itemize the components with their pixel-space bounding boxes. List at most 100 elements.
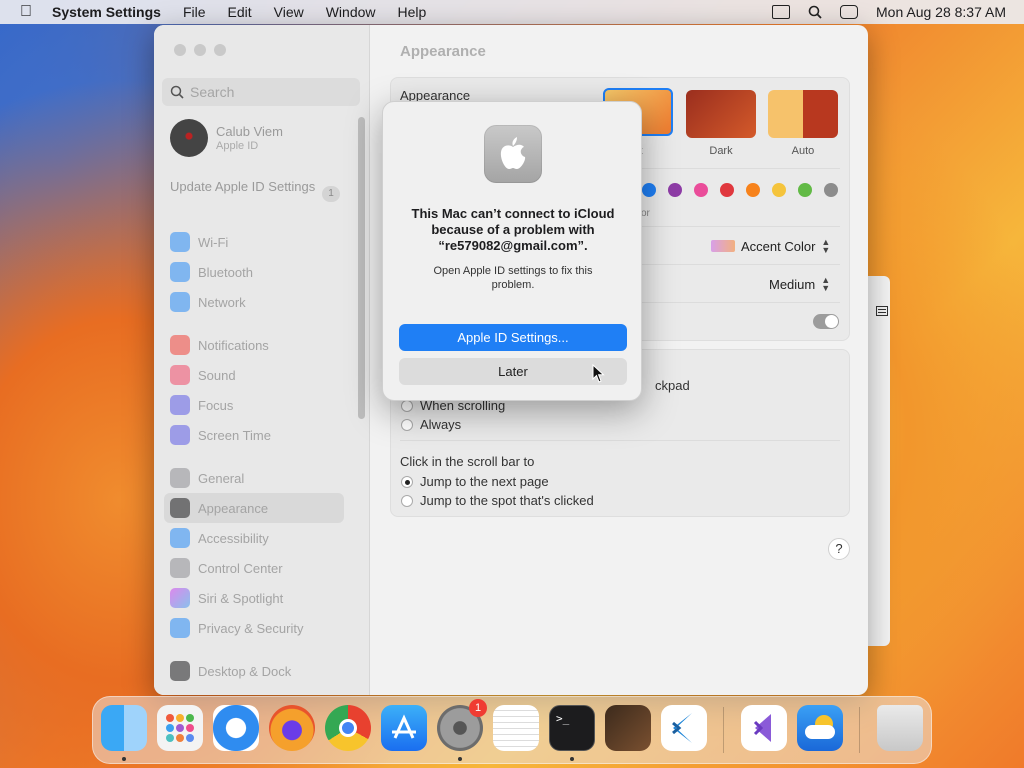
- running-indicator: [122, 757, 126, 761]
- network-globe-icon: [170, 292, 190, 312]
- sidebar-item-control-center[interactable]: Control Center: [164, 553, 344, 583]
- sidebar-item-desktop-dock[interactable]: Desktop & Dock: [164, 656, 344, 686]
- apple-id-settings-button[interactable]: Apple ID Settings...: [399, 324, 627, 351]
- menu-edit[interactable]: Edit: [228, 4, 252, 20]
- chrome-icon[interactable]: [325, 705, 371, 751]
- window-controls: [174, 44, 226, 56]
- background-window[interactable]: [868, 276, 890, 646]
- radio-jump-spot[interactable]: [401, 495, 413, 507]
- settings-badge: 1: [469, 699, 487, 717]
- sidebar-item-wifi[interactable]: Wi-Fi: [164, 227, 344, 257]
- update-apple-id-label: Update Apple ID Settings: [170, 179, 316, 194]
- dialog-heading: This Mac can’t connect to iCloud because…: [411, 206, 615, 253]
- search-icon: [170, 85, 184, 99]
- bell-icon: [170, 335, 190, 355]
- apple-menu-icon[interactable]: : [0, 3, 52, 21]
- theme-auto-thumbnail[interactable]: [768, 90, 838, 138]
- accent-green-swatch[interactable]: [798, 183, 812, 197]
- accent-yellow-swatch[interactable]: [772, 183, 786, 197]
- sidebar-item-notifications[interactable]: Notifications: [164, 330, 344, 360]
- control-center-icon[interactable]: [840, 5, 859, 19]
- garageband-icon[interactable]: [605, 705, 651, 751]
- avatar: [170, 119, 208, 157]
- sidebar-item-appearance[interactable]: Appearance: [164, 493, 344, 523]
- sidebar-scrollbar[interactable]: [358, 117, 365, 419]
- apple-logo-icon: [484, 125, 542, 183]
- theme-dark-label: Dark: [709, 145, 733, 157]
- menu-bar:  System Settings File Edit View Window …: [0, 0, 1024, 24]
- accent-red-swatch[interactable]: [720, 183, 734, 197]
- speaker-icon: [170, 365, 190, 385]
- accent-graphite-swatch[interactable]: [824, 183, 838, 197]
- update-badge: 1: [322, 186, 340, 202]
- sidebar-item-siri-spotlight[interactable]: Siri & Spotlight: [164, 583, 344, 613]
- list-icon: [876, 306, 888, 316]
- search-placeholder: Search: [190, 84, 235, 100]
- zoom-window-button[interactable]: [214, 44, 226, 56]
- menu-app-name[interactable]: System Settings: [52, 4, 161, 20]
- weather-icon[interactable]: [797, 705, 843, 751]
- sidebar-item-label: Focus: [198, 397, 234, 413]
- radio-always[interactable]: [401, 419, 413, 431]
- sidebar-item-focus[interactable]: Focus: [164, 390, 344, 420]
- radio-when-scrolling[interactable]: [401, 400, 413, 412]
- menu-file[interactable]: File: [183, 4, 206, 20]
- safari-icon[interactable]: [213, 705, 259, 751]
- firefox-icon[interactable]: [269, 705, 315, 751]
- sidebar-item-privacy-security[interactable]: Privacy & Security: [164, 613, 344, 643]
- menu-help[interactable]: Help: [398, 4, 427, 20]
- highlight-color-preview: [711, 240, 735, 252]
- accent-blue-swatch[interactable]: [642, 183, 656, 197]
- click-scroll-bar-label: Click in the scroll bar to: [400, 454, 535, 469]
- sidebar-item-label: Wi-Fi: [198, 234, 229, 250]
- vscode-icon[interactable]: [661, 705, 707, 751]
- trash-icon[interactable]: [877, 705, 923, 751]
- bluetooth-icon: [170, 262, 190, 282]
- sidebar-item-bluetooth[interactable]: Bluetooth: [164, 257, 344, 287]
- minimize-window-button[interactable]: [194, 44, 206, 56]
- launchpad-icon[interactable]: [157, 705, 203, 751]
- sidebar-icon-size-popup[interactable]: Medium ▲ ▼: [769, 276, 830, 293]
- terminal-icon[interactable]: >_: [549, 705, 595, 751]
- highlight-color-popup[interactable]: Accent Color ▲ ▼: [711, 238, 830, 255]
- finder-icon[interactable]: [101, 705, 147, 751]
- sidebar-item-accessibility[interactable]: Accessibility: [164, 523, 344, 553]
- accessibility-icon: [170, 528, 190, 548]
- nav-group-notifications: Notifications Sound Focus Screen Time: [164, 330, 344, 450]
- divider: [400, 440, 840, 441]
- help-button[interactable]: ?: [828, 538, 850, 560]
- textedit-icon[interactable]: [493, 705, 539, 751]
- sidebar-item-label: Screen Time: [198, 427, 271, 443]
- nav-group-desktop: Desktop & Dock: [164, 656, 344, 686]
- accent-pink-swatch[interactable]: [694, 183, 708, 197]
- sidebar-item-screen-time[interactable]: Screen Time: [164, 420, 344, 450]
- sidebar-item-general[interactable]: General: [164, 463, 344, 493]
- sidebar-item-network[interactable]: Network: [164, 287, 344, 317]
- spotlight-search-icon[interactable]: [808, 5, 822, 19]
- wifi-icon: [170, 232, 190, 252]
- close-window-button[interactable]: [174, 44, 186, 56]
- sidebar-item-label: Desktop & Dock: [198, 663, 292, 679]
- sidebar-item-sound[interactable]: Sound: [164, 360, 344, 390]
- visual-studio-icon[interactable]: [741, 705, 787, 751]
- search-field[interactable]: Search: [162, 78, 360, 106]
- icloud-alert-dialog: This Mac can’t connect to iCloud because…: [382, 101, 642, 401]
- theme-dark-thumbnail[interactable]: [686, 90, 756, 138]
- menu-window[interactable]: Window: [326, 4, 376, 20]
- sidebar-item-label: Sound: [198, 367, 236, 383]
- menu-view[interactable]: View: [274, 4, 304, 20]
- app-store-icon[interactable]: [381, 705, 427, 751]
- update-apple-id-item[interactable]: Update Apple ID Settings 1: [170, 179, 340, 202]
- hand-icon: [170, 618, 190, 638]
- apple-id-account[interactable]: Calub Viem Apple ID: [170, 119, 283, 157]
- menu-clock[interactable]: Mon Aug 28 8:37 AM: [876, 4, 1006, 20]
- accent-orange-swatch[interactable]: [746, 183, 760, 197]
- accent-purple-swatch[interactable]: [668, 183, 682, 197]
- screen-mirroring-icon[interactable]: [772, 5, 791, 19]
- dock-separator: [859, 707, 860, 753]
- hourglass-icon: [170, 425, 190, 445]
- wallpaper-tinting-toggle[interactable]: [813, 314, 839, 329]
- dock: 1 >_: [92, 696, 932, 764]
- radio-jump-next-page[interactable]: [401, 476, 413, 488]
- sidebar-item-label: Notifications: [198, 337, 269, 353]
